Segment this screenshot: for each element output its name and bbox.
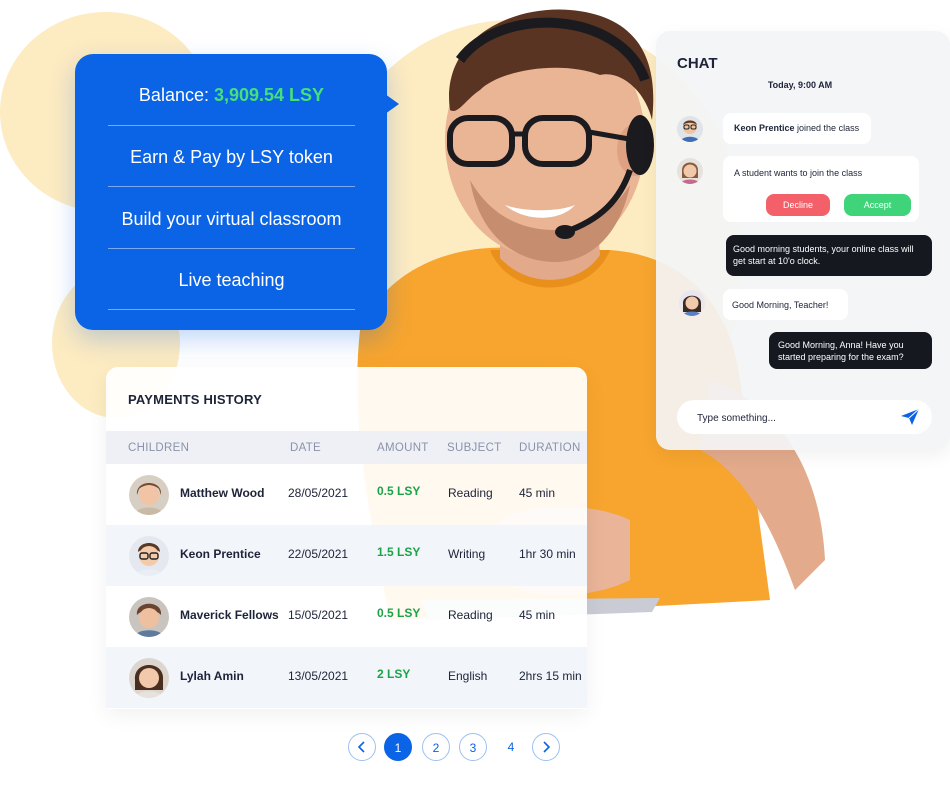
message-text: Good Morning, Teacher!: [732, 300, 829, 310]
duration: 1hr 30 min: [519, 547, 576, 561]
join-text: joined the class: [794, 123, 860, 133]
payments-history-table: PAYMENTS HISTORY CHILDREN DATE AMOUNT SU…: [106, 367, 587, 709]
balance-label: Balance:: [138, 85, 214, 105]
message-text: Good Morning, Anna! Have you started pre…: [778, 340, 904, 362]
divider: [108, 248, 355, 249]
message-bubble: Good Morning, Teacher!: [723, 289, 848, 320]
chevron-left-icon: [357, 741, 365, 753]
avatar: [679, 290, 705, 316]
balance-card: Balance: 3,909.54 LSY Earn & Pay by LSY …: [75, 54, 399, 330]
divider: [108, 125, 355, 126]
avatar: [129, 475, 169, 515]
page-button-1[interactable]: 1: [384, 733, 412, 761]
column-header-children: CHILDREN: [128, 442, 190, 454]
chat-input[interactable]: [695, 400, 889, 436]
column-header-duration: DURATION: [519, 442, 581, 454]
duration: 2hrs 15 min: [519, 669, 582, 683]
subject: English: [448, 669, 488, 683]
chat-input-container: [677, 400, 932, 436]
child-name: Keon Prentice: [180, 547, 261, 561]
send-icon[interactable]: [900, 408, 920, 426]
table-row[interactable]: Maverick Fellows 15/05/2021 0.5 LSY Read…: [106, 586, 587, 647]
avatar: [129, 536, 169, 576]
accept-button[interactable]: Accept: [844, 194, 911, 216]
payment-amount: 2 LSY: [377, 667, 411, 681]
child-name: Lylah Amin: [180, 669, 244, 683]
balance-value: 3,909.54 LSY: [213, 85, 325, 105]
join-name: Keon Prentice: [734, 123, 795, 133]
feature-item: Build your virtual classroom: [121, 209, 342, 229]
page-button-3[interactable]: 3: [459, 733, 487, 761]
subject: Reading: [448, 608, 493, 622]
chat-title: CHAT: [677, 55, 718, 72]
child-name: Maverick Fellows: [180, 608, 279, 622]
avatar: [129, 597, 169, 637]
child-name: Matthew Wood: [180, 486, 265, 500]
divider: [108, 309, 355, 310]
page-button-2[interactable]: 2: [422, 733, 450, 761]
join-request-text: A student wants to join the class: [734, 168, 863, 178]
payment-amount: 0.5 LSY: [377, 484, 421, 498]
avatar: [677, 116, 703, 142]
table-row[interactable]: Keon Prentice 22/05/2021 1.5 LSY Writing…: [106, 525, 587, 586]
payment-date: 22/05/2021: [288, 547, 349, 561]
column-header-subject: SUBJECT: [447, 442, 502, 454]
table-row[interactable]: Matthew Wood 28/05/2021 0.5 LSY Reading …: [106, 464, 587, 525]
duration: 45 min: [519, 486, 556, 500]
table-header: CHILDREN DATE AMOUNT SUBJECT DURATION: [106, 431, 587, 464]
subject: Reading: [448, 486, 493, 500]
table-title: PAYMENTS HISTORY: [128, 392, 262, 407]
feature-item: Live teaching: [178, 270, 285, 290]
payment-date: 15/05/2021: [288, 608, 349, 622]
column-header-date: DATE: [290, 442, 322, 454]
duration: 45 min: [519, 608, 556, 622]
prev-page-button[interactable]: [348, 733, 376, 761]
chat-date: Today, 9:00 AM: [767, 80, 833, 90]
payment-date: 28/05/2021: [288, 486, 349, 500]
join-request: A student wants to join the class Declin…: [723, 156, 919, 222]
avatar: [129, 658, 169, 698]
feature-item: Earn & Pay by LSY token: [130, 147, 333, 167]
next-page-button[interactable]: [532, 733, 560, 761]
divider: [108, 186, 355, 187]
chevron-right-icon: [543, 741, 551, 753]
avatar: [677, 158, 703, 184]
join-notification: Keon Prentice joined the class: [723, 113, 871, 144]
message-bubble: Good Morning, Anna! Have you started pre…: [769, 332, 932, 369]
decline-button[interactable]: Decline: [766, 194, 830, 216]
message-text: Good morning students, your online class…: [733, 244, 914, 266]
card-pointer: [385, 94, 399, 114]
message-bubble: Good morning students, your online class…: [726, 235, 932, 276]
payment-amount: 1.5 LSY: [377, 545, 421, 559]
chat-panel: CHAT Today, 9:00 AM Keon Prentice joined…: [656, 31, 950, 450]
payment-amount: 0.5 LSY: [377, 606, 421, 620]
subject: Writing: [448, 547, 486, 561]
column-header-amount: AMOUNT: [377, 442, 429, 454]
page-button-4[interactable]: 4: [497, 733, 525, 761]
balance-row: Balance: 3,909.54 LSY: [108, 85, 355, 106]
table-row[interactable]: Lylah Amin 13/05/2021 2 LSY English 2hrs…: [106, 647, 587, 708]
payment-date: 13/05/2021: [288, 669, 349, 683]
